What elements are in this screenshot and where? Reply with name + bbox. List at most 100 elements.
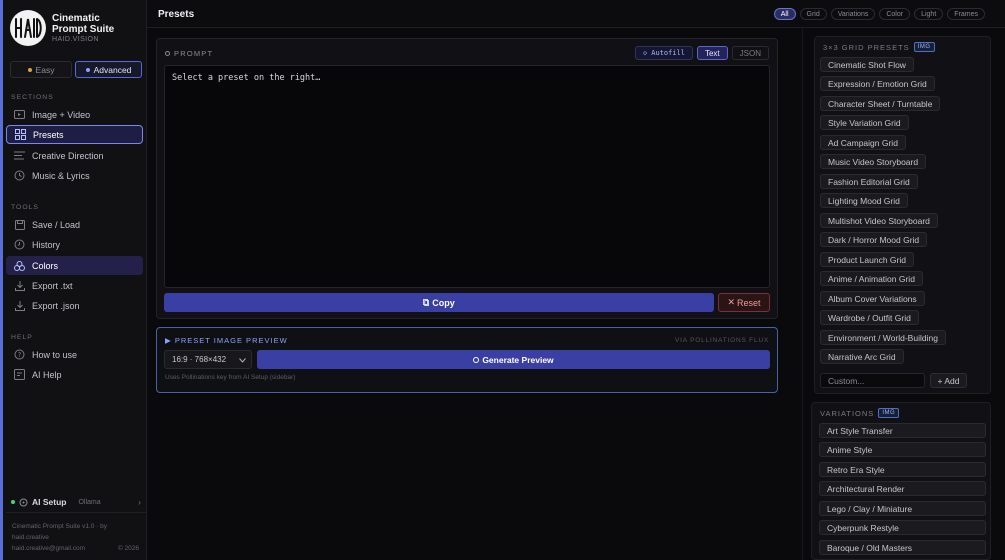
filter-grid[interactable]: Grid	[799, 8, 827, 20]
preset-character-sheet[interactable]: Character Sheet / Turntable	[820, 96, 941, 111]
preset-lighting-mood-grid[interactable]: Lighting Mood Grid	[820, 193, 908, 208]
variations-heading-text: VARIATIONS	[820, 408, 875, 418]
mode-advanced-label: Advanced	[93, 64, 132, 75]
nav-presets-label: Presets	[33, 129, 64, 140]
filter-light[interactable]: Light	[914, 8, 944, 20]
preset-style-variation-grid[interactable]: Style Variation Grid	[820, 115, 909, 130]
logo-mark-icon	[15, 18, 42, 38]
easy-dot-icon	[27, 67, 32, 72]
preset-product-launch-grid[interactable]: Product Launch Grid	[820, 252, 914, 267]
palette-icon	[14, 260, 25, 271]
custom-preset-input[interactable]: Custom...	[820, 373, 925, 388]
history-icon	[14, 239, 25, 250]
nav-history[interactable]: History	[6, 235, 143, 254]
variation-architectural-render[interactable]: Architectural Render	[819, 481, 986, 496]
mode-easy-button[interactable]: Easy	[10, 61, 72, 78]
nav-how-to-use[interactable]: ? How to use	[6, 345, 143, 364]
prompt-heading-text: PROMPT	[174, 49, 214, 58]
sections-heading: SECTIONS	[11, 94, 54, 101]
variation-retro-era-style[interactable]: Retro Era Style	[819, 462, 986, 477]
aspect-ratio-value: 16:9 · 768×432	[172, 355, 227, 364]
prompt-heading: PROMPT	[165, 49, 213, 58]
preset-ad-campaign-grid[interactable]: Ad Campaign Grid	[820, 135, 906, 150]
question-icon: ?	[14, 349, 25, 360]
nav-music-lyrics-label: Music & Lyrics	[32, 170, 90, 181]
grid-presets-heading: 3×3 GRID PRESETS IMG	[823, 42, 935, 52]
brand-logo	[10, 10, 46, 46]
copy-button[interactable]: Copy	[164, 293, 714, 312]
mode-switch: Easy Advanced	[10, 61, 142, 78]
img-badge: IMG	[913, 42, 935, 52]
prompt-textarea[interactable]: Select a preset on the right…	[164, 65, 770, 288]
nav-image-video-label: Image + Video	[32, 109, 91, 120]
footer-credit: Cinematic Prompt Suite v1.0 · by haid.cr…	[12, 523, 108, 541]
image-icon	[14, 109, 25, 120]
ring-icon	[473, 356, 480, 363]
grid-icon	[15, 129, 26, 140]
variation-baroque-old-masters[interactable]: Baroque / Old Masters	[819, 540, 986, 555]
footer-year: © 2026	[117, 545, 139, 552]
mode-advanced-button[interactable]: Advanced	[75, 61, 142, 78]
nav-save-load[interactable]: Save / Load	[6, 215, 143, 234]
reset-button[interactable]: ✕ Reset	[718, 293, 770, 312]
settings-icon	[19, 498, 28, 507]
copy-label: Copy	[432, 297, 455, 308]
preset-wardrobe-outfit-grid[interactable]: Wardrobe / Outfit Grid	[820, 310, 919, 325]
preset-dark-horror-mood-grid[interactable]: Dark / Horror Mood Grid	[820, 232, 928, 247]
nav-image-video[interactable]: Image + Video	[6, 105, 143, 124]
ai-setup-row[interactable]: AI Setup Ollama ›	[11, 496, 141, 508]
filter-frames[interactable]: Frames	[947, 8, 985, 20]
preset-cinematic-shot-flow[interactable]: Cinematic Shot Flow	[820, 57, 914, 72]
nav-export-json-label: Export .json	[32, 300, 80, 311]
preset-expression-emotion-grid[interactable]: Expression / Emotion Grid	[820, 76, 935, 91]
variation-art-style-transfer[interactable]: Art Style Transfer	[819, 423, 986, 438]
brand-title: Cinematic Prompt Suite	[52, 13, 115, 35]
add-custom-preset-button[interactable]: + Add	[930, 373, 967, 388]
preset-environment-world-building[interactable]: Environment / World-Building	[820, 330, 946, 345]
prompt-tabs: ◇ Autofill Text JSON	[634, 46, 769, 60]
tab-text[interactable]: Text	[696, 46, 728, 60]
preset-album-cover-variations[interactable]: Album Cover Variations	[820, 291, 925, 306]
download-icon	[14, 300, 25, 311]
nav-export-json[interactable]: Export .json	[6, 296, 143, 315]
preset-music-video-storyboard[interactable]: Music Video Storyboard	[820, 154, 927, 169]
preset-multishot-video-storyboard[interactable]: Multishot Video Storyboard	[820, 213, 938, 228]
variation-anime-style[interactable]: Anime Style	[819, 442, 986, 457]
variation-cyberpunk-restyle[interactable]: Cyberpunk Restyle	[819, 520, 986, 535]
filter-variations[interactable]: Variations	[830, 8, 876, 20]
footer-email[interactable]: haid.creative@gmail.com	[12, 543, 85, 554]
status-dot-icon	[11, 500, 15, 504]
autofill-button[interactable]: ◇ Autofill	[634, 46, 693, 60]
nav-ai-help[interactable]: AI Help	[6, 365, 143, 384]
download-icon	[14, 280, 25, 291]
aspect-ratio-select[interactable]: 16:9 · 768×432	[164, 350, 252, 369]
nav-creative-direction[interactable]: Creative Direction	[6, 146, 143, 165]
filter-color[interactable]: Color	[879, 8, 911, 20]
sidebar-divider	[6, 512, 147, 513]
nav-export-txt[interactable]: Export .txt	[6, 276, 143, 295]
tab-json[interactable]: JSON	[731, 46, 769, 60]
svg-text:?: ?	[18, 351, 22, 359]
nav-music-lyrics[interactable]: Music & Lyrics	[6, 166, 143, 185]
nav-creative-direction-label: Creative Direction	[32, 150, 104, 161]
preset-anime-animation-grid[interactable]: Anime / Animation Grid	[820, 271, 923, 286]
preset-fashion-editorial-grid[interactable]: Fashion Editorial Grid	[820, 174, 918, 189]
brand[interactable]: Cinematic Prompt Suite HAID.VISION	[10, 10, 137, 46]
nav-colors[interactable]: Colors	[6, 256, 143, 275]
preview-title[interactable]: ▶ PRESET IMAGE PREVIEW	[165, 336, 288, 345]
filter-chips: All Grid Variations Color Light Frames	[773, 8, 985, 20]
clock-icon	[14, 170, 25, 181]
variation-lego-clay-miniature[interactable]: Lego / Clay / Miniature	[819, 501, 986, 516]
generate-preview-button[interactable]: Generate Preview	[257, 350, 770, 369]
variations-panel: VARIATIONS IMG Art Style Transfer Anime …	[811, 402, 991, 560]
nav-presets[interactable]: Presets	[6, 125, 143, 144]
filter-all[interactable]: All	[773, 8, 796, 20]
save-icon	[14, 219, 25, 230]
mode-easy-label: Easy	[35, 64, 55, 75]
nav-colors-label: Colors	[32, 260, 59, 271]
sidebar: Cinematic Prompt Suite HAID.VISION Easy …	[3, 0, 147, 560]
page-title: Presets	[158, 9, 195, 20]
img-badge: IMG	[878, 408, 900, 418]
preset-narrative-arc-grid[interactable]: Narrative Arc Grid	[820, 349, 904, 364]
nav-history-label: History	[32, 239, 61, 250]
